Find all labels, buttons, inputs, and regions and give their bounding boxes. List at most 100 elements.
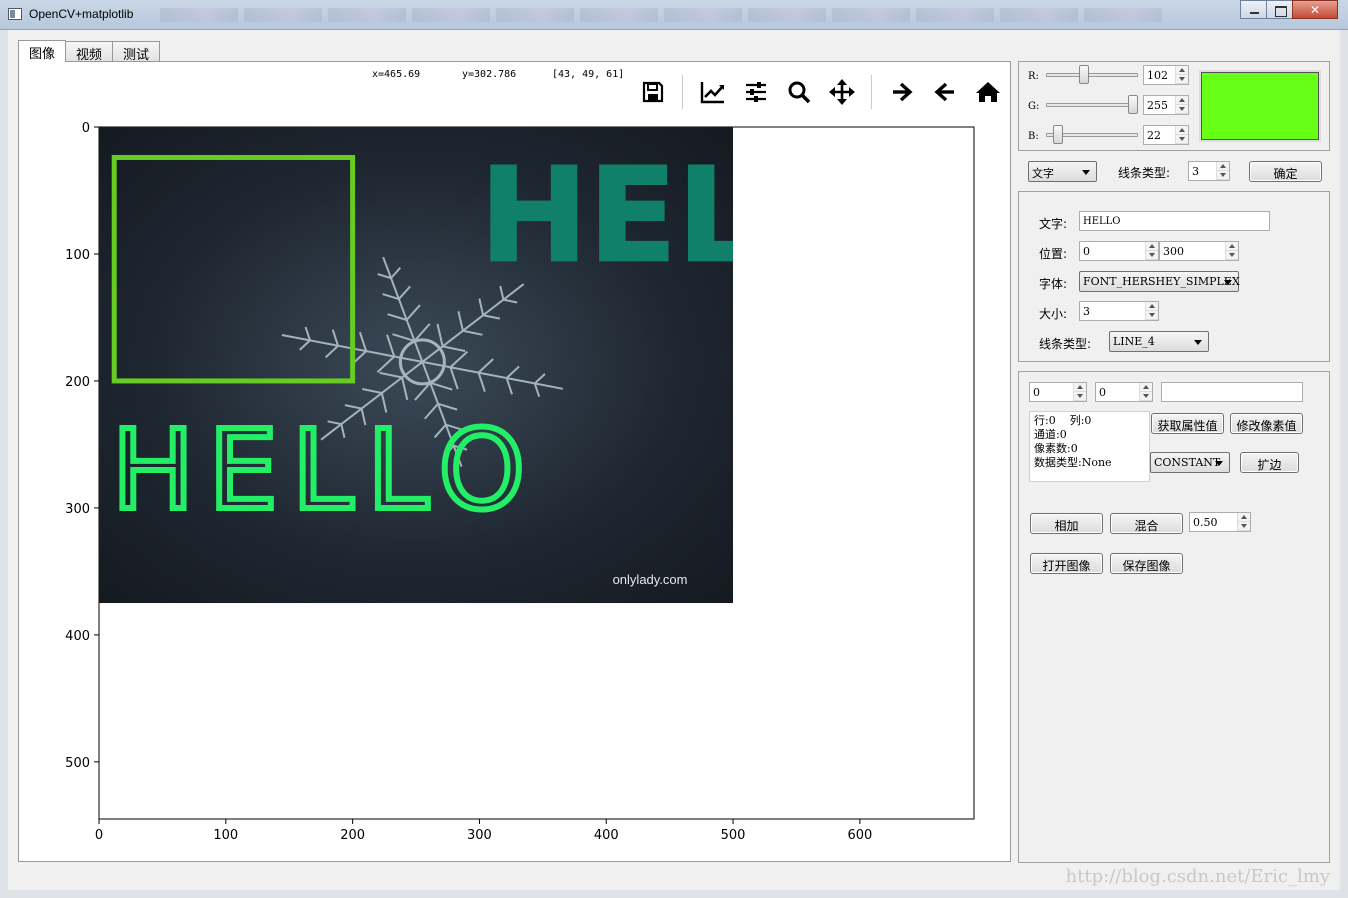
info-pixels: 像素数:0	[1034, 442, 1078, 455]
blend-up-icon[interactable]	[1238, 513, 1250, 522]
position-x-value: 0	[1083, 245, 1090, 258]
info-row: 行:0	[1034, 414, 1056, 427]
info-col: 列:0	[1069, 414, 1092, 427]
col-spinbox[interactable]: 0	[1095, 382, 1153, 402]
size-up-icon[interactable]	[1146, 302, 1158, 311]
col-down-icon[interactable]	[1140, 392, 1152, 401]
position-y-spinbox[interactable]: 300	[1159, 241, 1239, 261]
rgb-group: R: G: B: 102 255 22	[1018, 61, 1330, 151]
blend-down-icon[interactable]	[1238, 522, 1250, 531]
color-preview	[1201, 72, 1319, 140]
tab-image[interactable]: 图像	[18, 40, 67, 62]
text-input[interactable]: HELLO	[1079, 211, 1270, 231]
b-down-icon[interactable]	[1176, 135, 1188, 144]
b-value: 22	[1147, 129, 1161, 142]
col-spin-value: 0	[1099, 386, 1106, 399]
window-title: OpenCV+matplotlib	[29, 7, 134, 21]
open-image-button[interactable]: 打开图像	[1030, 553, 1103, 574]
figure-pane: x=465.69 y=302.786 [43, 49, 61] onlylady…	[18, 61, 1011, 862]
blend-weight-value: 0.50	[1193, 516, 1218, 529]
r-slider[interactable]	[1046, 65, 1138, 85]
image-watermark: onlylady.com	[613, 572, 688, 587]
g-value: 255	[1147, 99, 1168, 112]
r-up-icon[interactable]	[1176, 66, 1188, 75]
pos-x-down-icon[interactable]	[1146, 251, 1158, 260]
set-pixel-button[interactable]: 修改像素值	[1230, 413, 1303, 434]
g-slider[interactable]	[1046, 95, 1138, 115]
r-down-icon[interactable]	[1176, 75, 1188, 84]
app-icon	[8, 8, 22, 20]
x-tick-label: 200	[340, 828, 365, 843]
shape-select[interactable]: 文字	[1028, 161, 1097, 182]
image-info-box: 行:0 列:0 通道:0 像素数:0 数据类型:None	[1029, 411, 1150, 482]
font-label: 字体:	[1039, 277, 1068, 291]
blog-watermark: http://blog.csdn.net/Eric_lmy	[1065, 866, 1330, 887]
make-border-button[interactable]: 扩边	[1240, 452, 1299, 473]
y-tick-label: 300	[65, 502, 90, 517]
confirm-button[interactable]: 确定	[1249, 161, 1322, 182]
x-tick-label: 0	[95, 828, 103, 843]
text-params-group: 文字: HELLO 位置: 0 300 字体: FONT_HERSHEY_SIM…	[1018, 191, 1330, 362]
close-button[interactable]	[1292, 0, 1338, 19]
b-slider[interactable]	[1046, 125, 1138, 145]
b-slider-handle[interactable]	[1053, 125, 1064, 144]
x-tick-label: 300	[467, 828, 492, 843]
pixel-value-input[interactable]	[1161, 382, 1303, 402]
size-down-icon[interactable]	[1146, 311, 1158, 320]
y-axis: 0 100 200 300 400 500	[65, 121, 99, 771]
pos-y-down-icon[interactable]	[1226, 251, 1238, 260]
position-y-value: 300	[1163, 245, 1184, 258]
text-line-type-select[interactable]: LINE_4	[1109, 331, 1209, 352]
col-up-icon[interactable]	[1140, 383, 1152, 392]
x-tick-label: 400	[594, 828, 619, 843]
position-x-spinbox[interactable]: 0	[1079, 241, 1159, 261]
row-down-icon[interactable]	[1074, 392, 1086, 401]
save-image-button[interactable]: 保存图像	[1110, 553, 1183, 574]
position-label: 位置:	[1039, 247, 1068, 261]
pos-y-up-icon[interactable]	[1226, 242, 1238, 251]
blend-images-button[interactable]: 混合	[1110, 513, 1183, 534]
drawn-text: HELLO	[112, 406, 539, 534]
border-type-select[interactable]: CONSTANT	[1150, 452, 1230, 473]
blurred-taskbar-strip	[160, 8, 1220, 22]
drawn-text-group: HELLO	[109, 403, 539, 537]
font-select[interactable]: FONT_HERSHEY_SIMPLEX	[1079, 271, 1240, 292]
line-type-spinbox[interactable]: 3	[1188, 161, 1230, 181]
x-axis: 0 100 200 300 400 500 600	[95, 819, 872, 843]
x-tick-label: 500	[721, 828, 746, 843]
control-panel: R: G: B: 102 255 22 文字 线条类型: 3 确定 文字: HE…	[1018, 61, 1330, 863]
b-spinbox[interactable]: 22	[1143, 125, 1189, 145]
blend-weight-spinbox[interactable]: 0.50	[1189, 512, 1251, 532]
g-up-icon[interactable]	[1176, 96, 1188, 105]
tab-video[interactable]: 视频	[65, 41, 114, 63]
r-label: R:	[1028, 71, 1039, 82]
b-label: B:	[1028, 131, 1039, 142]
image-axes[interactable]: onlylady.com HELLOHELL 0 100 200 300 400 500 6…	[19, 62, 1010, 861]
tab-test[interactable]: 测试	[112, 41, 161, 63]
pos-x-up-icon[interactable]	[1146, 242, 1158, 251]
y-tick-label: 400	[65, 629, 90, 644]
minimize-button[interactable]	[1240, 0, 1267, 19]
main-window-client: 图像 视频 测试 x=465.69 y=302.786 [43, 49, 61]	[8, 30, 1340, 890]
x-tick-label: 100	[213, 828, 238, 843]
get-props-button[interactable]: 获取属性值	[1151, 413, 1224, 434]
line-type-label: 线条类型:	[1118, 166, 1171, 180]
size-spinbox[interactable]: 3	[1079, 301, 1159, 321]
maximize-button[interactable]	[1266, 0, 1293, 19]
g-slider-handle[interactable]	[1128, 95, 1138, 114]
r-slider-handle[interactable]	[1078, 65, 1089, 84]
x-tick-label: 600	[847, 828, 872, 843]
size-value: 3	[1083, 305, 1090, 318]
text-label: 文字:	[1039, 217, 1068, 231]
row-spinbox[interactable]: 0	[1029, 382, 1087, 402]
line-type-down-icon[interactable]	[1217, 171, 1229, 180]
r-spinbox[interactable]: 102	[1143, 65, 1189, 85]
g-spinbox[interactable]: 255	[1143, 95, 1189, 115]
g-down-icon[interactable]	[1176, 105, 1188, 114]
add-images-button[interactable]: 相加	[1030, 513, 1103, 534]
line-type-up-icon[interactable]	[1217, 162, 1229, 171]
info-dtype: 数据类型:None	[1034, 456, 1112, 469]
row-up-icon[interactable]	[1074, 383, 1086, 392]
y-tick-label: 500	[65, 756, 90, 771]
b-up-icon[interactable]	[1176, 126, 1188, 135]
